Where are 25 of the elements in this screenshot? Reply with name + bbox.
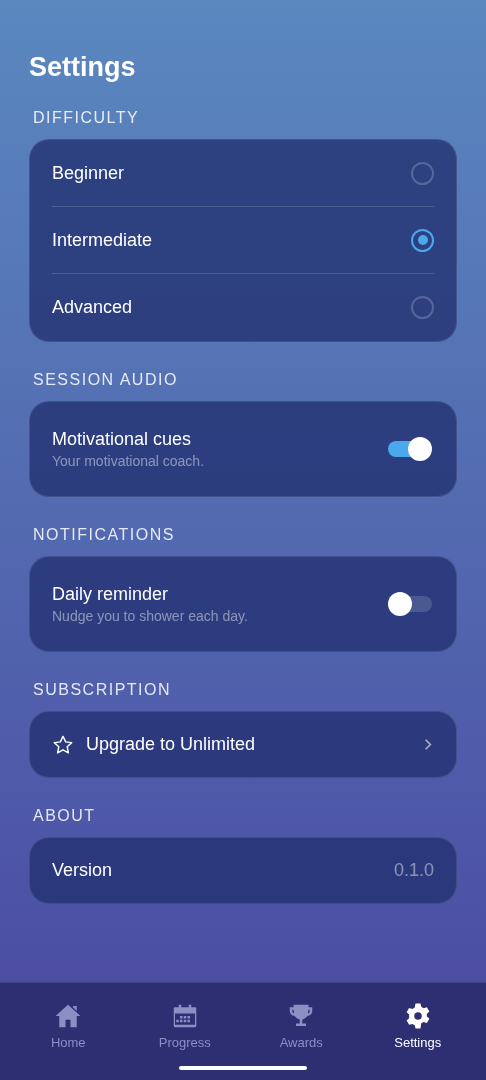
section-header: ABOUT xyxy=(32,806,97,826)
star-icon xyxy=(52,733,74,756)
setting-description: Your motivational coach. xyxy=(52,452,205,471)
section-header: SUBSCRIPTION xyxy=(32,680,172,700)
page-title: Settings xyxy=(29,51,137,84)
section-header: SESSION AUDIO xyxy=(32,370,179,390)
setting-label: Motivational cues xyxy=(52,428,193,451)
toggle-switch[interactable] xyxy=(388,437,432,461)
nav-tab[interactable]: Settings xyxy=(372,1001,463,1053)
section-header: NOTIFICATIONS xyxy=(32,525,176,545)
upgrade-row[interactable]: Upgrade to Unlimited xyxy=(29,711,457,778)
radio-option[interactable]: Intermediate xyxy=(52,207,434,274)
toggle-switch[interactable] xyxy=(388,592,432,616)
version-value: 0.1.0 xyxy=(393,859,434,882)
nav-tab[interactable]: Home xyxy=(23,1001,114,1053)
setting-label: Daily reminder xyxy=(52,583,170,606)
nav-tab[interactable]: Progress xyxy=(139,1001,230,1053)
radio-button[interactable] xyxy=(411,228,434,252)
chevron-right-icon xyxy=(424,738,432,751)
section-header: DIFFICULTY xyxy=(32,108,141,128)
nav-tab[interactable]: Awards xyxy=(256,1001,347,1053)
radio-option[interactable]: Beginner xyxy=(52,140,434,207)
setting-description: Nudge you to shower each day. xyxy=(52,607,248,626)
radio-option[interactable]: Advanced xyxy=(52,274,434,341)
setting-label: Version xyxy=(52,859,113,882)
